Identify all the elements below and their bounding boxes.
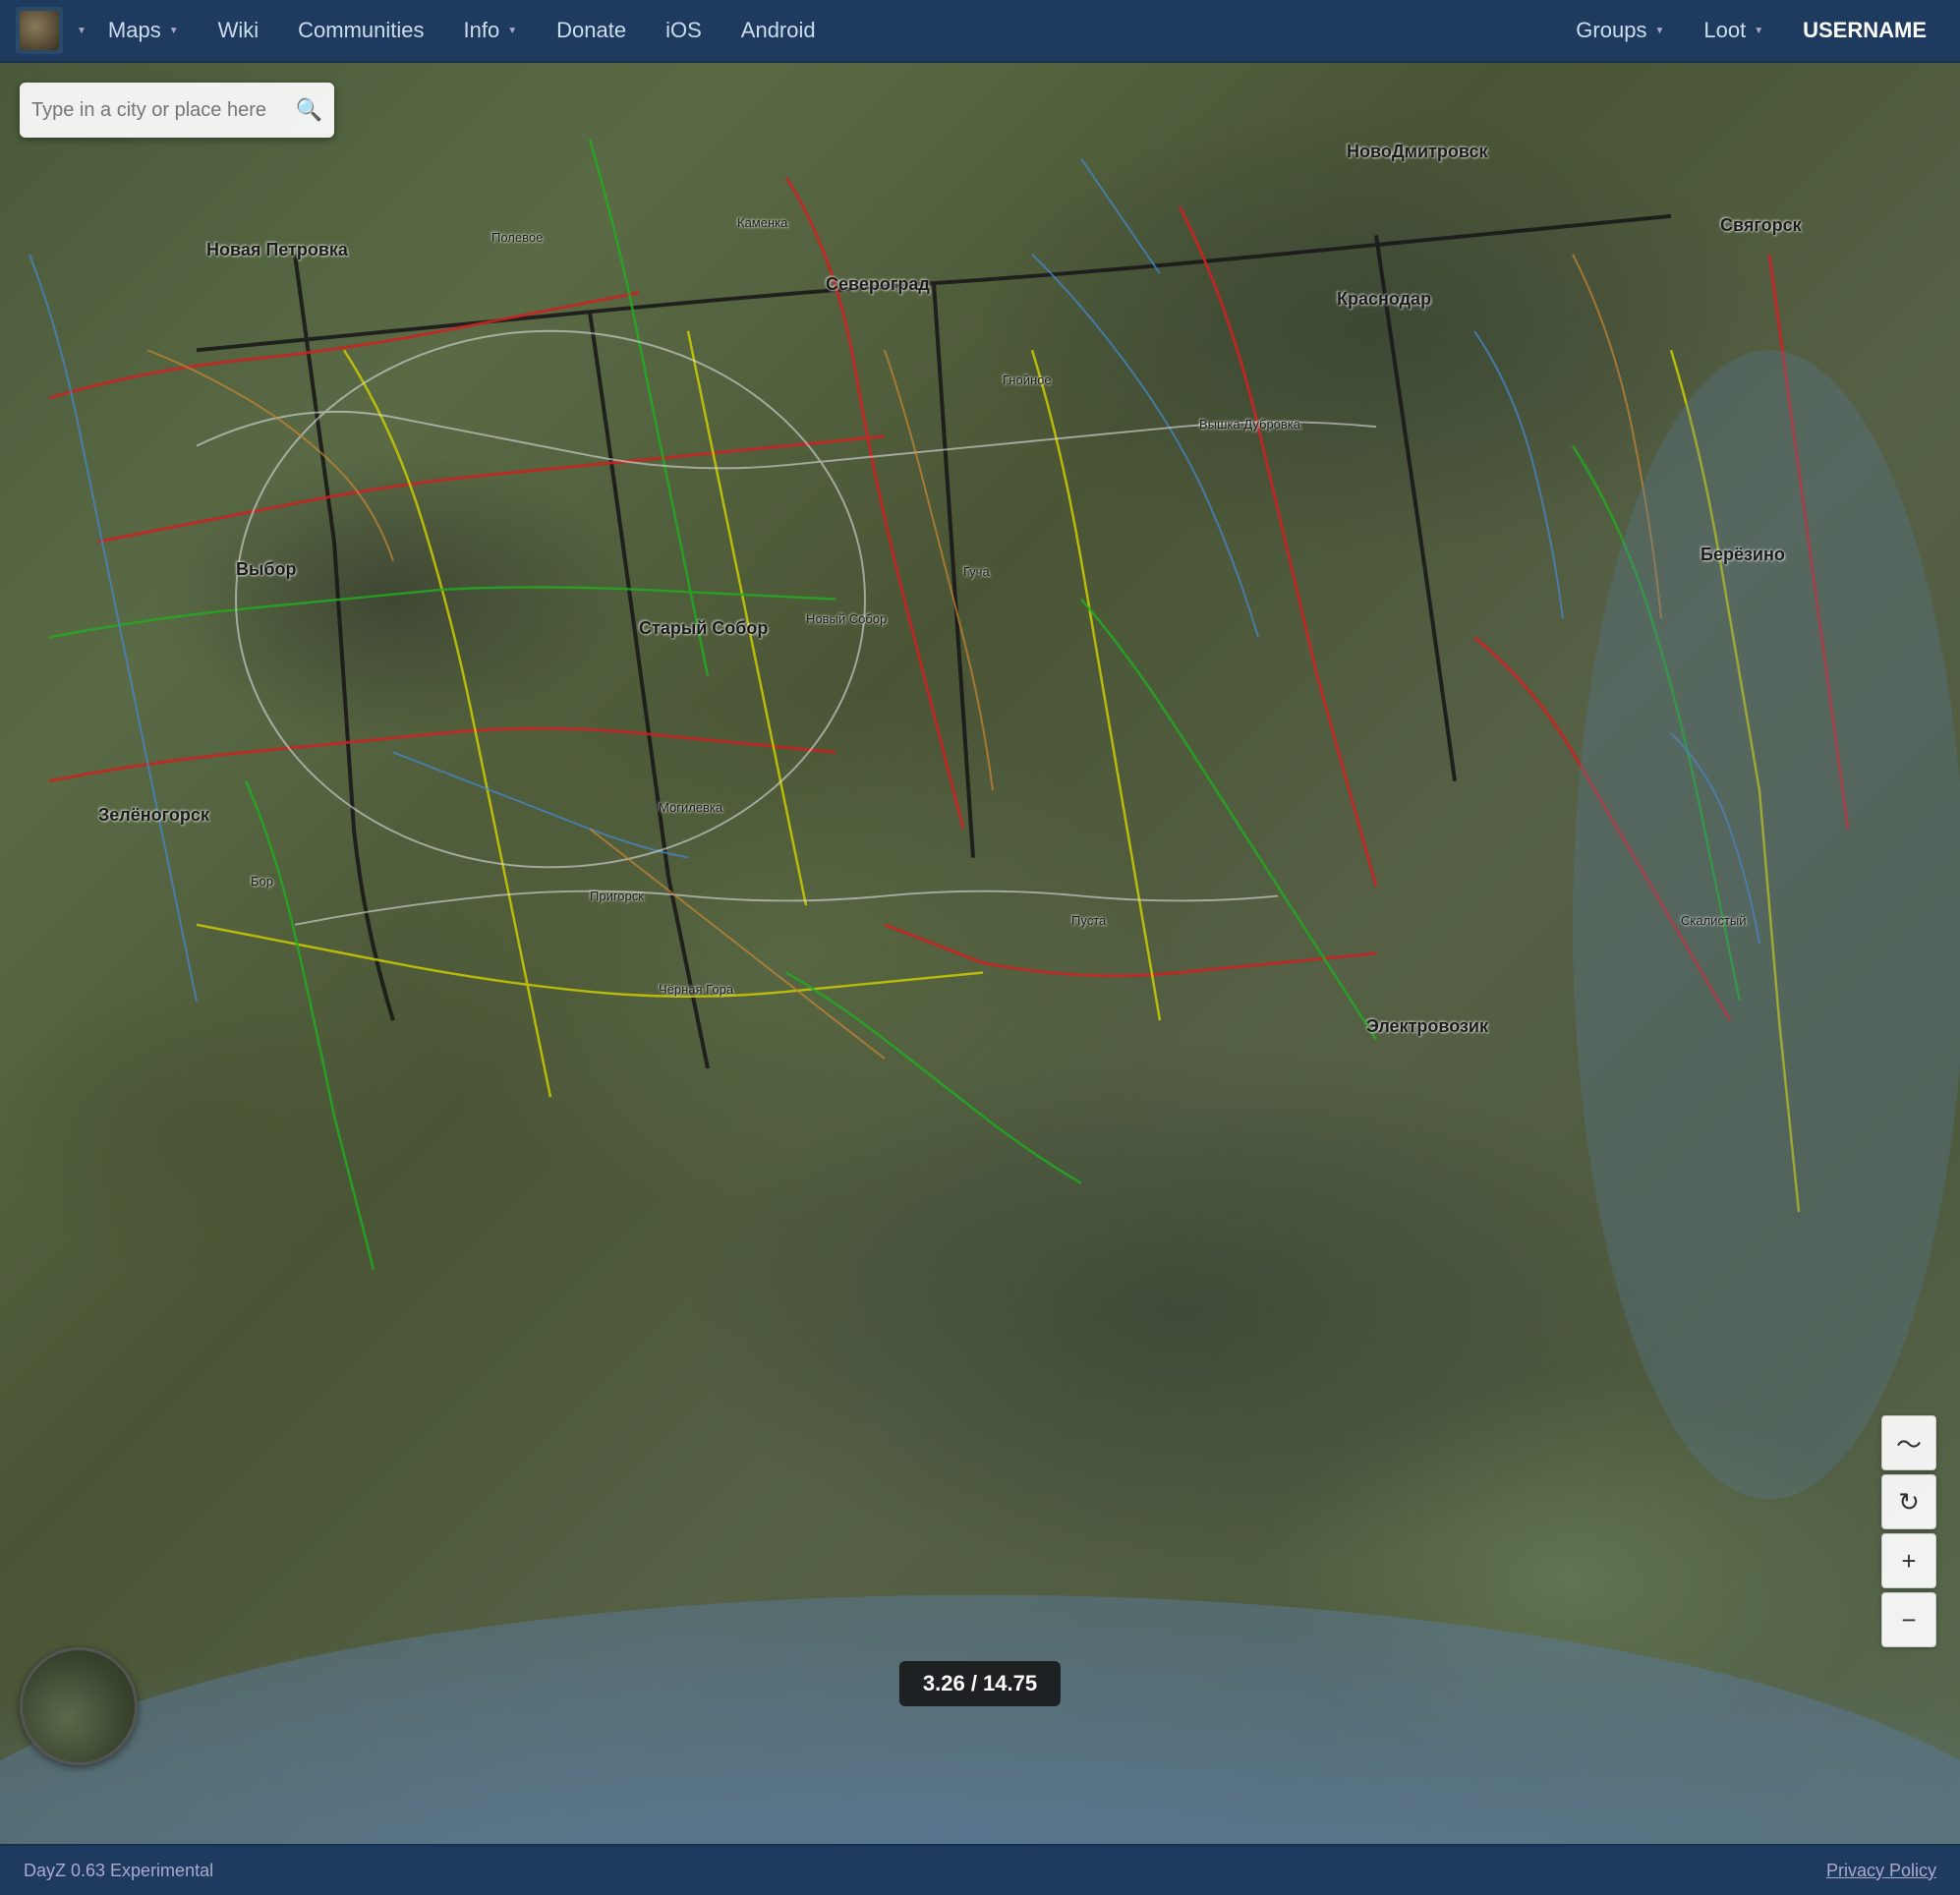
username-display[interactable]: USERNAME xyxy=(1785,10,1944,51)
minimap xyxy=(20,1647,138,1765)
logo[interactable] xyxy=(16,7,63,54)
minimap-image xyxy=(23,1650,135,1762)
loot-dropdown-icon: ▼ xyxy=(1754,26,1763,36)
logo-image xyxy=(20,11,59,50)
logo-dropdown-arrow[interactable]: ▼ xyxy=(77,26,86,36)
map-svg xyxy=(0,63,1960,1844)
nav-communities[interactable]: Communities xyxy=(280,10,441,51)
nav-loot[interactable]: Loot ▼ xyxy=(1686,10,1781,51)
route-button[interactable]: 〜 xyxy=(1881,1415,1936,1470)
refresh-button[interactable]: ↻ xyxy=(1881,1474,1936,1529)
navbar: ▼ Maps ▼ Wiki Communities Info ▼ Donate … xyxy=(0,0,1960,63)
nav-info[interactable]: Info ▼ xyxy=(446,10,536,51)
nav-wiki[interactable]: Wiki xyxy=(201,10,277,51)
zoom-out-button[interactable]: − xyxy=(1881,1592,1936,1647)
privacy-policy-link[interactable]: Privacy Policy xyxy=(1826,1861,1936,1881)
nav-android[interactable]: Android xyxy=(723,10,834,51)
footer: DayZ 0.63 Experimental Privacy Policy xyxy=(0,1844,1960,1895)
search-box: 🔍 xyxy=(20,83,334,138)
zoom-in-button[interactable]: + xyxy=(1881,1533,1936,1588)
map-container[interactable]: НовоДмитровск Свягорск Краснодар Новая П… xyxy=(0,63,1960,1844)
nav-donate[interactable]: Donate xyxy=(539,10,644,51)
nav-groups[interactable]: Groups ▼ xyxy=(1558,10,1682,51)
maps-dropdown-icon: ▼ xyxy=(169,26,179,36)
info-dropdown-icon: ▼ xyxy=(507,26,517,36)
nav-ios[interactable]: iOS xyxy=(648,10,720,51)
version-label: DayZ 0.63 Experimental xyxy=(24,1861,213,1881)
nav-maps[interactable]: Maps ▼ xyxy=(90,10,197,51)
coordinates-tooltip: 3.26 / 14.75 xyxy=(899,1661,1061,1706)
groups-dropdown-icon: ▼ xyxy=(1654,26,1664,36)
search-input[interactable] xyxy=(31,99,296,122)
map-controls: 〜 ↻ + − xyxy=(1881,1415,1936,1647)
search-icon[interactable]: 🔍 xyxy=(296,97,322,123)
